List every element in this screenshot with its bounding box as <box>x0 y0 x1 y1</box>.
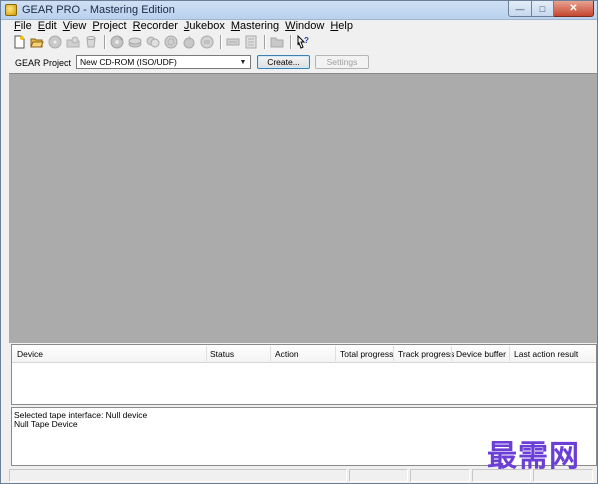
maximize-icon: □ <box>539 3 546 14</box>
column-header-device[interactable]: Device <box>17 349 43 359</box>
menu-bar: File Edit View Project Recorder Jukebox … <box>1 19 597 33</box>
disc-burn-icon[interactable] <box>181 34 197 50</box>
column-header-action[interactable]: Action <box>275 349 299 359</box>
menu-recorder-mnemonic: R <box>132 20 141 32</box>
title-bar[interactable]: GEAR PRO - Mastering Edition — □ ✕ <box>1 1 597 20</box>
column-header-status[interactable]: Status <box>210 349 234 359</box>
window-title: GEAR PRO - Mastering Edition <box>22 4 175 16</box>
menu-mastering-mnemonic: M <box>230 20 241 32</box>
menu-mastering[interactable]: Mastering <box>228 19 282 33</box>
toolbar-separator <box>264 35 266 49</box>
column-divider[interactable] <box>509 346 510 361</box>
toolbar: ? <box>11 34 313 50</box>
column-header-device-buffer[interactable]: Device buffer <box>456 349 506 359</box>
mdi-workspace[interactable] <box>9 73 597 343</box>
toolbar-separator <box>220 35 222 49</box>
menu-jukebox[interactable]: Jukebox <box>181 19 228 33</box>
close-button[interactable]: ✕ <box>554 1 594 17</box>
menu-help-label: elp <box>338 20 353 32</box>
project-type-value: New CD-ROM (ISO/UDF) <box>80 57 177 67</box>
status-cell <box>410 469 470 482</box>
svg-text:?: ? <box>304 36 309 45</box>
open-folder-icon[interactable] <box>29 34 45 50</box>
device-list-panel[interactable]: Device Status Action Total progress Trac… <box>11 344 597 405</box>
menu-recorder[interactable]: Recorder <box>130 19 181 33</box>
menu-file[interactable]: File <box>11 19 35 33</box>
column-divider[interactable] <box>451 346 452 361</box>
status-cell <box>348 469 409 482</box>
column-divider[interactable] <box>335 346 336 361</box>
menu-view[interactable]: View <box>60 19 90 33</box>
drive-list-icon[interactable] <box>243 34 259 50</box>
chevron-down-icon[interactable]: ▼ <box>237 56 249 68</box>
drive-tray-icon[interactable] <box>225 34 241 50</box>
watermark: 最需网 <box>487 439 580 474</box>
menu-window[interactable]: Window <box>282 19 327 33</box>
column-header-total-progress[interactable]: Total progress <box>340 349 393 359</box>
menu-project-label: roject <box>99 20 127 32</box>
minimize-button[interactable]: — <box>508 1 532 17</box>
column-divider[interactable] <box>270 346 271 361</box>
menu-help[interactable]: Help <box>327 19 356 33</box>
menu-edit[interactable]: Edit <box>35 19 60 33</box>
disc-copy-icon[interactable] <box>145 34 161 50</box>
toolbar-separator <box>104 35 106 49</box>
project-type-select[interactable]: New CD-ROM (ISO/UDF) ▼ <box>76 55 251 69</box>
close-icon: ✕ <box>569 3 578 14</box>
menu-window-mnemonic: W <box>285 20 296 32</box>
disc-stack-icon[interactable] <box>127 34 143 50</box>
new-document-icon[interactable] <box>11 34 27 50</box>
menu-project-mnemonic: P <box>92 20 100 32</box>
menu-file-label: ile <box>20 20 32 32</box>
column-header-last-action-result[interactable]: Last action result <box>514 349 578 359</box>
maximize-button[interactable]: □ <box>532 1 554 17</box>
folder-open-disc-icon[interactable] <box>65 34 81 50</box>
menu-view-label: iew <box>69 20 87 32</box>
menu-file-mnemonic: F <box>14 20 21 32</box>
folder-icon[interactable] <box>269 34 285 50</box>
menu-recorder-label: ecorder <box>140 20 178 32</box>
menu-edit-label: dit <box>45 20 57 32</box>
menu-jukebox-label: ukebox <box>189 20 225 32</box>
cup-icon[interactable] <box>83 34 99 50</box>
project-bar: GEAR Project New CD-ROM (ISO/UDF) ▼ Crea… <box>1 53 597 73</box>
menu-mastering-label: astering <box>240 20 280 32</box>
app-icon[interactable] <box>5 4 17 16</box>
window-controls: — □ ✕ <box>508 1 594 17</box>
menu-project[interactable]: Project <box>89 19 129 33</box>
status-cell <box>9 469 347 482</box>
project-label: GEAR Project <box>15 58 72 68</box>
app-window: GEAR PRO - Mastering Edition — □ ✕ File … <box>0 0 598 484</box>
column-divider[interactable] <box>393 346 394 361</box>
column-header-track-progress[interactable]: Track progress <box>398 349 454 359</box>
disc-label-icon[interactable] <box>199 34 215 50</box>
column-divider[interactable] <box>206 346 207 361</box>
disc-recorder-icon[interactable] <box>109 34 125 50</box>
settings-button[interactable]: Settings <box>315 55 369 69</box>
menu-edit-mnemonic: E <box>37 20 46 32</box>
create-button[interactable]: Create... <box>257 55 310 69</box>
minimize-icon: — <box>515 3 525 14</box>
log-line: Null Tape Device <box>14 419 78 429</box>
left-frame <box>1 73 9 469</box>
device-table-header: Device Status Action Total progress Trac… <box>12 345 596 363</box>
toolbar-separator <box>290 35 292 49</box>
help-pointer-icon[interactable]: ? <box>295 34 311 50</box>
disc-icon[interactable] <box>47 34 63 50</box>
disc-gear-icon[interactable] <box>163 34 179 50</box>
menu-window-label: indow <box>295 20 325 32</box>
menu-view-mnemonic: V <box>62 20 70 32</box>
